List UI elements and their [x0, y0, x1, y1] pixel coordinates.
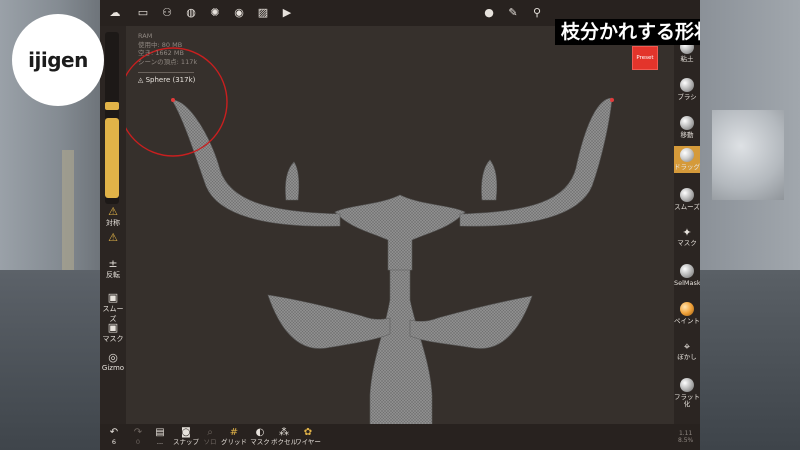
tool-brush[interactable]: ブラシ [674, 76, 700, 103]
blur-brush-icon: ⌖ [683, 340, 691, 353]
tool-move[interactable]: 移動 [674, 114, 700, 141]
channel-logo: ijigen [12, 14, 104, 106]
tool-flatten[interactable]: フラット化 [674, 376, 700, 410]
ram-free: 空き: 1662 MB [138, 49, 184, 57]
tool-smooth[interactable]: スムーズ [674, 186, 700, 213]
scene-tree-icon[interactable]: ⚇ [158, 4, 176, 22]
info-divider [138, 72, 194, 73]
tool-blur[interactable]: ⌖ ぼかし [674, 338, 700, 363]
tool-label: フラット化 [674, 393, 700, 408]
video-icon[interactable]: ▶ [278, 4, 296, 22]
brush-brush-icon [680, 78, 694, 92]
preset-button[interactable]: Preset [632, 46, 658, 70]
left-panel: ⚠ 対称 ⚠ ± 反転 ▣ スムーズ ▣ マスク ◎ Gizmo [100, 26, 126, 450]
move-brush-icon [680, 116, 694, 130]
remesh-icon[interactable]: ◍ [182, 4, 200, 22]
bottom-tool-label: ソロ [203, 438, 217, 446]
drag-brush-icon [680, 148, 694, 162]
selmask-brush-icon [680, 264, 694, 278]
tool-label: 粘土 [680, 55, 694, 63]
sculpt-app-window: ☁ ▭ ⚇ ◍ ✺ ◉ ▨ ▶ ● ✎ ⚲ 枝分かれする形状を作る時にも便利 ⚠… [100, 0, 700, 450]
corner-info: 1.11 8.5% [678, 430, 693, 444]
left-tool-label: マスク [102, 335, 124, 343]
brush-ball-icon[interactable]: ● [480, 4, 498, 22]
antler-mesh [171, 97, 613, 450]
left-tool-label: Gizmo [101, 364, 125, 372]
bottom-tool-label: 6 [111, 438, 117, 446]
background-room-right [700, 0, 800, 450]
brush-point-left [171, 98, 175, 102]
tool-selmask[interactable]: SelMask [674, 262, 700, 289]
left-tool-mask[interactable]: ▣ マスク [100, 322, 126, 344]
tool-label: ペイント [674, 317, 700, 325]
bottom-layers-button[interactable]: ▤... [146, 427, 174, 446]
dropper-icon[interactable]: ⚲ [528, 4, 546, 22]
left-tool-label: 反転 [106, 271, 120, 279]
tool-label: ドラッグ [674, 163, 700, 171]
pose-icon: ⚠ [108, 231, 118, 244]
bottom-tool-label: ワイヤー [295, 438, 321, 446]
room-floor [0, 270, 100, 450]
warning-triangle-icon: ⚠ [108, 205, 118, 218]
room-floor [700, 270, 800, 450]
brush-point-right [610, 98, 614, 102]
scene-vertices: シーンの頂点: 117k [138, 57, 198, 66]
mask-brush-icon: ✦ [682, 226, 692, 239]
left-tool-warning-triangle[interactable]: ⚠ 対称 [100, 206, 126, 228]
logo-text: ijigen [28, 48, 88, 72]
intensity-slider[interactable] [105, 118, 119, 198]
room-marble-panel [712, 110, 784, 200]
smooth-brush-icon [680, 188, 694, 202]
tool-label: 移動 [680, 131, 694, 139]
folder-icon[interactable]: ▭ [134, 4, 152, 22]
flatten-brush-icon [680, 378, 694, 392]
bottom-wire-button[interactable]: ✿ ワイヤー [294, 427, 322, 446]
memory-stats: RAM 使用中: 80 MB 空き: 1662 MB シーンの頂点: 117k [138, 32, 197, 66]
bottom-tool-label: グリッド [221, 438, 247, 446]
tool-label: スムーズ [674, 203, 700, 211]
tool-mask[interactable]: ✦ マスク [674, 224, 700, 249]
radius-slider-handle[interactable] [105, 102, 119, 110]
left-tool-smooth[interactable]: ▣ スムーズ [100, 292, 126, 324]
left-tool-plus-minus[interactable]: ± 反転 [100, 258, 126, 280]
mask-icon: ▣ [107, 321, 119, 334]
corner-info-line2: 8.5% [678, 437, 694, 444]
right-tool-panel: 粘土ブラシ移動ドラッグスムーズ ✦ マスク SelMask ペイント ⌖ ぼかしフラット化 [674, 26, 700, 450]
corner-info-line1: 1.11 [678, 430, 693, 437]
tool-label: ぼかし [677, 353, 697, 361]
scene-object-item[interactable]: ◬ Sphere (317k) [138, 76, 195, 84]
material-icon[interactable]: ◉ [230, 4, 248, 22]
smooth-icon: ▣ [107, 291, 119, 304]
left-tool-gizmo[interactable]: ◎ Gizmo [100, 351, 126, 373]
bottom-toolbar: ↶ 6 ↷ 0 ▤... ◙ スナップ ⌕ ソロ # グリッド ◐ マスク ⁂ ボクセル ✿ ワイヤー [100, 424, 700, 450]
cloud-icon[interactable]: ☁ [106, 4, 124, 22]
bottom-tool-label: マスク [250, 438, 270, 446]
bottom-tool-label: ... [156, 438, 164, 446]
tool-paint[interactable]: ペイント [674, 300, 700, 327]
room-light-beam [62, 150, 74, 280]
gizmo-icon: ◎ [108, 351, 118, 364]
tool-label: SelMask [674, 279, 700, 287]
bottom-tool-label: 0 [135, 438, 141, 446]
bottom-grid-button[interactable]: # グリッド [220, 427, 248, 446]
tool-drag[interactable]: ドラッグ [674, 146, 700, 173]
left-tool-label: 対称 [106, 219, 120, 227]
ram-used: 使用中: 80 MB [138, 40, 183, 49]
tool-label: マスク [677, 239, 697, 247]
ram-label: RAM [138, 32, 153, 40]
light-icon[interactable]: ✺ [206, 4, 224, 22]
left-tool-pose[interactable]: ⚠ [100, 232, 126, 244]
plus-minus-icon: ± [108, 257, 118, 270]
mesh-object-icon: ◬ [138, 76, 146, 84]
video-caption: 枝分かれする形状を作る時にも便利 [555, 19, 700, 45]
image-icon[interactable]: ▨ [254, 4, 272, 22]
viewport-canvas[interactable] [100, 0, 700, 450]
tool-label: ブラシ [677, 93, 697, 101]
scene-object-label: Sphere (317k) [145, 76, 196, 84]
paint-brush-icon [680, 302, 694, 316]
pencil-icon[interactable]: ✎ [504, 4, 522, 22]
